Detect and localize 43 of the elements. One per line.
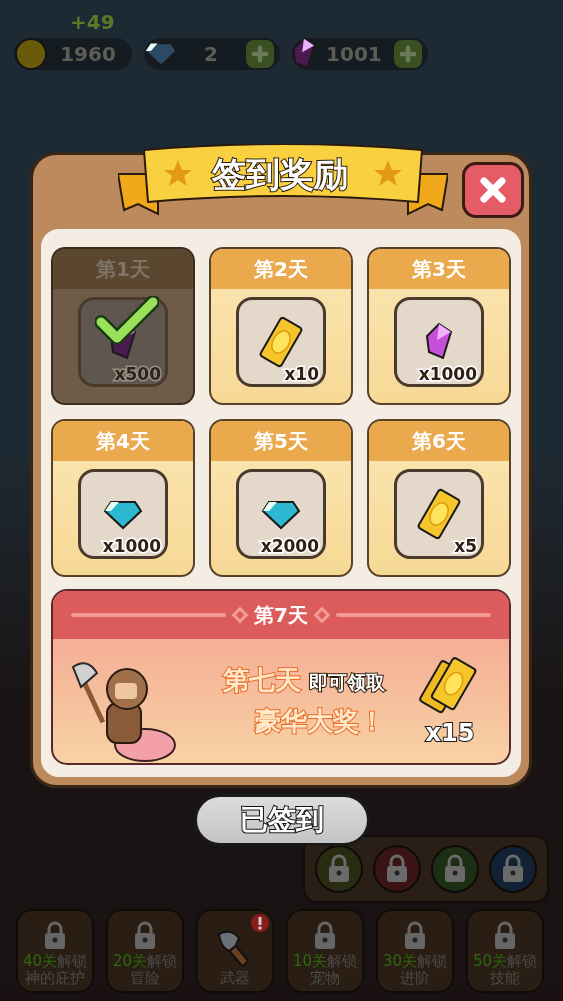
currency-amount: 1001 xyxy=(325,42,383,66)
day-label: 第7天 xyxy=(254,601,308,629)
reward-amount: x2000 xyxy=(260,536,319,556)
day-label: 第4天 xyxy=(53,421,193,461)
add-button[interactable] xyxy=(244,38,276,70)
add-button[interactable] xyxy=(392,38,424,70)
day-label: 第5天 xyxy=(211,421,351,461)
dialog-title: 签到奖励 xyxy=(211,153,349,196)
diamond-icon xyxy=(103,498,143,530)
locked-slot[interactable] xyxy=(373,845,421,893)
reward-card[interactable]: 第3天 x1000 xyxy=(367,247,511,405)
close-button[interactable] xyxy=(462,162,524,218)
reward-amount: x1000 xyxy=(102,536,161,556)
day-label: 第3天 xyxy=(369,249,509,289)
reward-card[interactable]: 第2天 x10 xyxy=(209,247,353,405)
headline-text: 豪华大奖！ xyxy=(255,705,385,738)
day-label: 第6天 xyxy=(369,421,509,461)
highlight-text: 第七天 xyxy=(223,664,301,697)
diamond-ornament-icon xyxy=(313,606,331,624)
diamond-ornament-icon xyxy=(231,606,249,624)
reward-amount: x5 xyxy=(454,536,477,556)
crystal-icon xyxy=(425,322,453,362)
reward-amount: x10 xyxy=(284,364,319,384)
reward-amount: x1000 xyxy=(418,364,477,384)
locked-slot[interactable] xyxy=(431,845,479,893)
gain-text: +49 xyxy=(70,10,115,34)
locked-slot[interactable] xyxy=(489,845,537,893)
reward-amount: x15 xyxy=(425,719,475,747)
close-icon xyxy=(478,175,508,205)
plus-icon xyxy=(252,45,268,63)
currency-amount: 2 xyxy=(203,42,219,66)
note-text: 即可领取 xyxy=(309,670,385,695)
reward-amount: x500 xyxy=(114,364,161,384)
day-label: 第2天 xyxy=(211,249,351,289)
reward-card[interactable]: 第5天 x2000 xyxy=(209,419,353,577)
reward-card[interactable]: 第6天 x5 xyxy=(367,419,511,577)
diamond-icon xyxy=(261,498,301,530)
reward-card[interactable]: 第4天 x1000 xyxy=(51,419,195,577)
grand-prize-card[interactable]: 第7天 第七天 即可领取 豪华大奖！ x15 xyxy=(51,589,511,765)
plus-icon xyxy=(400,45,416,63)
locked-slot[interactable] xyxy=(315,845,363,893)
coin-icon xyxy=(14,37,48,71)
currency-amount: 1960 xyxy=(59,42,117,66)
